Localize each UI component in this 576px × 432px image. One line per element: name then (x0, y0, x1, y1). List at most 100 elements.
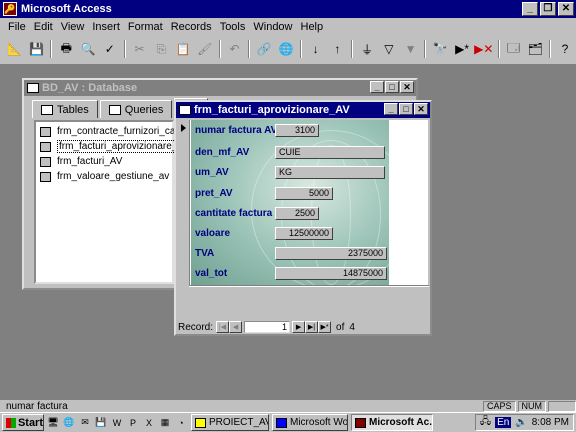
form-window[interactable]: frm_facturi_aprovizionare_AV _ □ ✕ numar… (174, 100, 432, 336)
next-record-button[interactable]: ▶ (292, 321, 306, 333)
field-label: valoare (195, 227, 231, 239)
form-minimize-button[interactable]: _ (384, 103, 398, 115)
table-icon (41, 104, 53, 115)
browser-icon[interactable]: 🌐 (62, 416, 76, 430)
menu-tools[interactable]: Tools (220, 21, 246, 33)
pret-input[interactable]: 5000 (275, 186, 333, 200)
app-icon[interactable]: ◔ (174, 416, 188, 430)
save-icon[interactable]: 💾 (26, 39, 48, 59)
list-item[interactable]: frm_facturi_aprovizionare_AV (36, 139, 192, 154)
forms-list[interactable]: frm_contracte_furnizori_calarasi frm_fac… (34, 120, 199, 284)
task-microsoft-access[interactable]: Microsoft Ac... (351, 414, 433, 431)
record-selector[interactable] (178, 120, 190, 286)
numar-factura-input[interactable]: 3100 (275, 123, 319, 137)
database-icon (27, 83, 39, 93)
menu-edit[interactable]: Edit (34, 21, 53, 33)
list-item[interactable]: frm_valoare_gestiune_av (36, 169, 172, 184)
filter-by-form-icon[interactable]: ▽ (378, 39, 400, 59)
tab-tables[interactable]: Tables (32, 100, 98, 118)
form-icon (40, 141, 51, 152)
copy-icon[interactable]: ⎘ (150, 39, 172, 59)
delete-record-icon[interactable]: ▶✕ (473, 39, 495, 59)
calculator-icon[interactable]: ▦ (158, 416, 172, 430)
form-close-button[interactable]: ✕ (414, 103, 428, 115)
sort-ascending-icon[interactable]: ↓ (305, 39, 327, 59)
new-record-nav-button[interactable]: ▶* (318, 321, 332, 333)
excel-icon[interactable]: X (142, 416, 156, 430)
powerpoint-icon[interactable]: P (126, 416, 140, 430)
last-record-button[interactable]: ▶| (305, 321, 319, 333)
db-close-button[interactable]: ✕ (400, 81, 414, 93)
new-record-icon[interactable]: ▶* (451, 39, 473, 59)
val-tot-input[interactable]: 14875000 (275, 266, 387, 280)
current-record-arrow-icon (181, 124, 186, 132)
restore-button[interactable]: ❐ (540, 2, 556, 16)
previous-record-button[interactable]: ◀ (229, 321, 243, 333)
list-item[interactable]: frm_facturi_AV (36, 154, 172, 169)
outlook-icon[interactable]: ✉ (78, 416, 92, 430)
start-button[interactable]: Start (2, 414, 44, 431)
form-maximize-button[interactable]: □ (399, 103, 413, 115)
menu-view[interactable]: View (61, 21, 85, 33)
um-input[interactable]: KG (275, 165, 385, 179)
format-painter-icon[interactable]: 🖌 (194, 39, 216, 59)
tab-queries[interactable]: Queries (99, 100, 173, 118)
first-record-button[interactable]: |◀ (216, 321, 230, 333)
task-microsoft-word[interactable]: Microsoft Word ... (272, 414, 348, 431)
menu-records[interactable]: Records (171, 21, 212, 33)
field-row: um_AV KG (195, 165, 385, 179)
help-icon[interactable]: ? (554, 39, 576, 59)
field-row: TVA 2375000 (195, 246, 387, 260)
web-toolbar-icon[interactable]: 🌐 (275, 39, 297, 59)
tva-input[interactable]: 2375000 (275, 246, 387, 260)
current-record-input[interactable]: 1 (244, 321, 291, 333)
form-icon (40, 156, 51, 167)
network-icon[interactable]: 🖧 (480, 414, 491, 431)
form-window-title-bar[interactable]: frm_facturi_aprovizionare_AV _ □ ✕ (176, 102, 430, 118)
task-proiect-av[interactable]: PROIECT_AV (191, 414, 269, 431)
form-detail: numar factura AV 3100 den_mf_AV CUIE um_… (178, 120, 428, 286)
app-title-bar[interactable]: 🔑 Microsoft Access _ ❐ ✕ (0, 0, 576, 18)
access-key-icon: 🔑 (3, 2, 17, 16)
paste-icon[interactable]: 📋 (172, 39, 194, 59)
system-tray: 🖧 En 🔊 8:08 PM (474, 414, 574, 431)
form-icon (179, 105, 191, 115)
menu-help[interactable]: Help (301, 21, 324, 33)
desktop-icon[interactable]: 🖥 (46, 416, 60, 430)
spelling-icon[interactable]: ✓ (99, 39, 121, 59)
num-indicator: NUM (517, 400, 546, 412)
den-mf-input[interactable]: CUIE (275, 145, 385, 159)
insert-hyperlink-icon[interactable]: 🔗 (253, 39, 275, 59)
minimize-button[interactable]: _ (522, 2, 538, 16)
db-maximize-button[interactable]: □ (385, 81, 399, 93)
sort-descending-icon[interactable]: ↑ (327, 39, 349, 59)
menu-format[interactable]: Format (128, 21, 163, 33)
cut-icon[interactable]: ✂ (129, 39, 151, 59)
record-total: 4 (349, 321, 355, 333)
apply-filter-icon[interactable]: ▼ (400, 39, 422, 59)
menu-window[interactable]: Window (253, 21, 292, 33)
field-label: TVA (195, 247, 215, 259)
print-preview-icon[interactable]: 🔍 (77, 39, 99, 59)
database-window-title-bar[interactable]: BD_AV : Database _ □ ✕ (24, 80, 416, 96)
print-icon[interactable]: 🖶 (55, 39, 77, 59)
db-minimize-button[interactable]: _ (370, 81, 384, 93)
clock: 8:08 PM (531, 417, 569, 428)
word-icon[interactable]: W (110, 416, 124, 430)
valoare-input[interactable]: 12500000 (275, 226, 333, 240)
database-window-title: BD_AV : Database (42, 82, 138, 94)
database-window-icon[interactable]: 🗔 (503, 39, 525, 59)
new-object-icon[interactable]: 🗂 (524, 39, 546, 59)
find-icon[interactable]: 🔭 (429, 39, 451, 59)
undo-icon[interactable]: ↶ (224, 39, 246, 59)
list-item[interactable]: frm_contracte_furnizori_calarasi (36, 124, 199, 139)
design-view-icon[interactable]: 📐 (4, 39, 26, 59)
close-button[interactable]: ✕ (558, 2, 574, 16)
volume-icon[interactable]: 🔊 (515, 417, 527, 428)
menu-insert[interactable]: Insert (92, 21, 120, 33)
menu-file[interactable]: File (8, 21, 26, 33)
cantitate-input[interactable]: 2500 (275, 206, 319, 220)
save-quicklaunch-icon[interactable]: 💾 (94, 416, 108, 430)
language-indicator[interactable]: En (495, 417, 512, 428)
filter-by-selection-icon[interactable]: ⏚ (356, 39, 378, 59)
